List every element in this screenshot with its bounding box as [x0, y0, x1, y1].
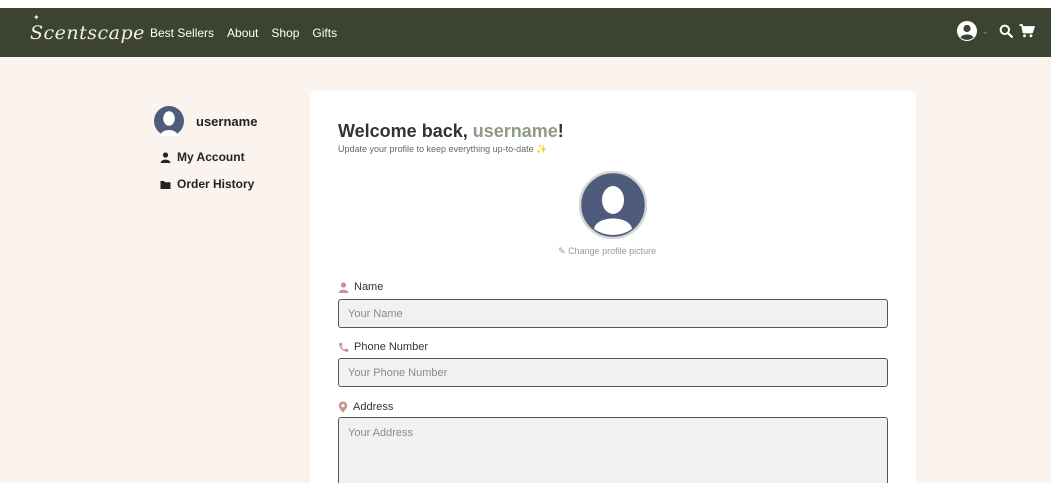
search-icon[interactable]	[999, 24, 1013, 38]
user-icon	[160, 151, 171, 163]
nav-link-gifts[interactable]: Gifts	[312, 26, 337, 40]
nav-right-actions: ⌄	[950, 20, 1035, 42]
avatar	[154, 106, 184, 136]
phone-label-text: Phone Number	[354, 341, 428, 353]
nav-link-shop[interactable]: Shop	[271, 26, 299, 40]
chevron-down-icon[interactable]: ⌄	[981, 26, 989, 37]
folder-icon	[160, 180, 171, 189]
user-icon	[338, 281, 349, 293]
nav-links: Best Sellers About Shop Gifts	[150, 26, 350, 40]
name-label-text: Name	[354, 281, 384, 293]
logo-sparkle-icon: ✦	[33, 12, 41, 22]
sidebar-username: username	[196, 113, 258, 129]
profile-card: Welcome back, username! Update your prof…	[310, 91, 916, 483]
phone-icon	[339, 342, 349, 352]
change-picture-label: Change profile picture	[568, 246, 657, 256]
welcome-prefix: Welcome back,	[338, 121, 473, 141]
sparkle-icon: ✨	[536, 144, 548, 154]
address-label-text: Address	[353, 401, 394, 413]
welcome-username: username	[472, 121, 558, 141]
cart-icon[interactable]	[1019, 24, 1035, 38]
profile-picture[interactable]	[578, 170, 648, 244]
sidebar-item-label: Order History	[177, 177, 255, 191]
address-label: Address	[338, 401, 393, 413]
brand-name: Scentscape	[30, 21, 145, 44]
welcome-suffix: !	[557, 121, 564, 141]
sidebar-user: username	[154, 106, 294, 136]
change-profile-picture-link[interactable]: ✎ Change profile picture	[558, 246, 656, 257]
sidebar-item-order-history[interactable]: Order History	[160, 177, 294, 191]
user-circle-icon[interactable]	[956, 20, 978, 42]
top-navbar: ✦ Scentscape Best Sellers About Shop Gif…	[0, 0, 1051, 57]
name-label: Name	[338, 281, 383, 293]
page-subtitle: Update your profile to keep everything u…	[338, 144, 547, 155]
phone-label: Phone Number	[338, 341, 428, 353]
nav-link-about[interactable]: About	[227, 26, 258, 40]
name-field[interactable]	[338, 299, 888, 328]
phone-field[interactable]	[338, 358, 888, 387]
sidebar-item-my-account[interactable]: My Account	[160, 150, 294, 164]
subtitle-text: Update your profile to keep everything u…	[338, 144, 534, 154]
nav-link-best-sellers[interactable]: Best Sellers	[150, 26, 214, 40]
pencil-icon: ✎	[558, 246, 566, 256]
map-pin-icon	[338, 401, 348, 413]
brand-logo[interactable]: ✦ Scentscape	[30, 13, 144, 44]
address-field[interactable]	[338, 417, 888, 483]
account-sidebar: username My Account Order History	[154, 106, 294, 204]
sidebar-item-label: My Account	[177, 150, 245, 164]
page-title: Welcome back, username!	[338, 121, 564, 142]
